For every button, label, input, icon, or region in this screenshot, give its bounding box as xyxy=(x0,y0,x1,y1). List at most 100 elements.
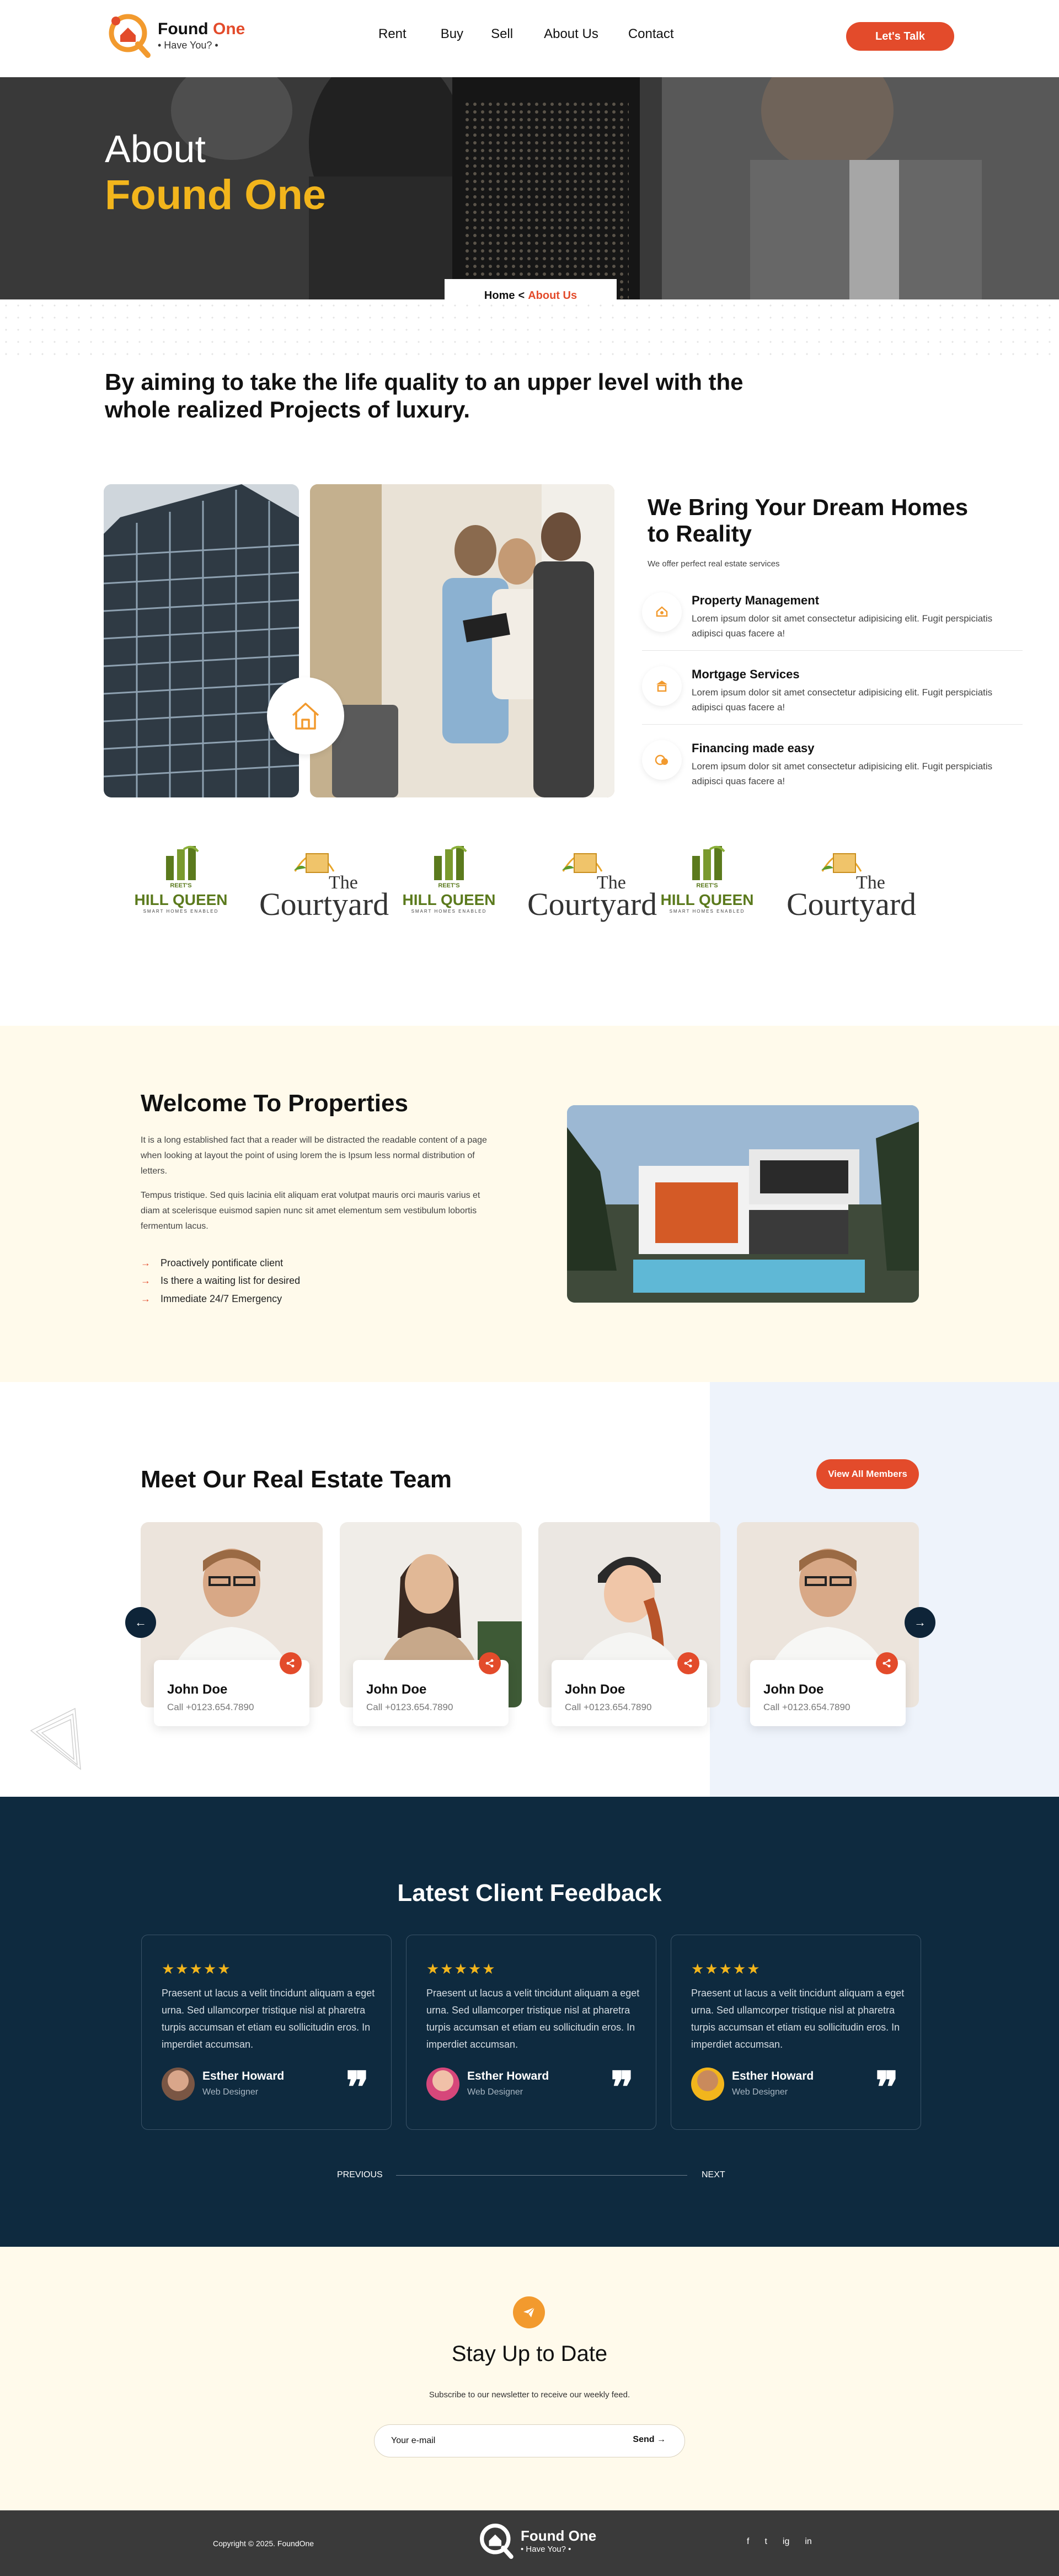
share-icon[interactable] xyxy=(876,1652,898,1674)
nav-sell[interactable]: Sell xyxy=(491,26,513,42)
service-desc: Lorem ipsum dolor sit amet consectetur a… xyxy=(692,687,993,713)
twitter-icon[interactable]: t xyxy=(764,2537,767,2547)
brand-logo-hill-queen: REET'S HILL QUEEN SMART HOMES ENABLED xyxy=(399,844,499,938)
team-member-card[interactable]: John Doe Call +0123.654.7890 xyxy=(141,1522,323,1726)
brand-logo-courtyard: The Courtyard xyxy=(259,844,389,938)
welcome-title: Welcome To Properties xyxy=(141,1090,408,1117)
brand-logo[interactable]: Found One • Have You? • xyxy=(105,10,245,61)
arrow-right-icon: → xyxy=(914,1615,926,1629)
footer-logo[interactable]: Found One • Have You? • xyxy=(477,2520,596,2561)
member-phone-number[interactable]: +0123.654.7890 xyxy=(186,1702,254,1712)
member-call-label: Call xyxy=(366,1702,383,1712)
feedback-section: Latest Client Feedback ★★★★★ Praesent ut… xyxy=(0,1797,1059,2247)
testimonial-card: ★★★★★ Praesent ut lacus a velit tincidun… xyxy=(671,1935,921,2130)
newsletter-section: Stay Up to Date Subscribe to our newslet… xyxy=(0,2247,1059,2510)
testimonial-name: Esther Howard xyxy=(732,2070,814,2082)
feedback-next-button[interactable]: NEXT xyxy=(702,2170,725,2180)
send-button[interactable]: Send → xyxy=(633,2435,666,2445)
hill-queen-top: REET'S xyxy=(170,882,192,889)
member-phone-number[interactable]: +0123.654.7890 xyxy=(782,1702,850,1712)
share-icon[interactable] xyxy=(479,1652,501,1674)
member-name: John Doe xyxy=(763,1682,824,1697)
quote-icon: ❞ xyxy=(875,2064,898,2112)
brand-logo-hill-queen: REET'S HILL QUEEN SMART HOMES ENABLED xyxy=(131,844,231,938)
linkedin-icon[interactable]: in xyxy=(805,2537,811,2547)
email-input[interactable] xyxy=(391,2425,623,2456)
footer-brand-name: Found One xyxy=(521,2527,597,2544)
service-title: Financing made easy xyxy=(692,741,815,755)
team-member-card[interactable]: John Doe Call +0123.654.7890 xyxy=(340,1522,522,1726)
carousel-next-button[interactable]: → xyxy=(905,1607,935,1638)
services-subtitle: We offer perfect real estate services xyxy=(648,559,780,569)
paper-plane-icon xyxy=(513,2296,545,2328)
social-links: f t ig in xyxy=(747,2537,812,2547)
nav-rent[interactable]: Rent xyxy=(378,26,407,42)
facebook-icon[interactable]: f xyxy=(747,2537,749,2547)
logo-mark-icon xyxy=(105,10,156,61)
nav-contact[interactable]: Contact xyxy=(628,26,674,42)
lets-talk-button[interactable]: Let's Talk xyxy=(846,22,954,51)
service-item[interactable]: Mortgage Services Lorem ipsum dolor sit … xyxy=(642,656,1023,725)
nav-about-us[interactable]: About Us xyxy=(544,26,598,42)
quote-icon: ❞ xyxy=(611,2064,634,2112)
arrow-right-icon: → xyxy=(141,1293,151,1304)
team-section: Meet Our Real Estate Team View All Membe… xyxy=(0,1382,1059,1797)
hill-queen-name2: QUEEN xyxy=(172,891,228,908)
hill-queen-top: REET'S xyxy=(438,882,460,889)
welcome-paragraph-1: It is a long established fact that a rea… xyxy=(141,1136,487,1176)
member-phone: Call +0123.654.7890 xyxy=(366,1702,453,1713)
welcome-paragraph-2: Tempus tristique. Sed quis lacinia elit … xyxy=(141,1191,480,1231)
team-member-card[interactable]: John Doe Call +0123.654.7890 xyxy=(538,1522,720,1726)
testimonial-role: Web Designer xyxy=(202,2087,259,2097)
brand-tagline: • Have You? • xyxy=(158,39,218,51)
arrow-left-icon: ← xyxy=(135,1615,147,1629)
member-phone-number[interactable]: +0123.654.7890 xyxy=(584,1702,651,1712)
view-all-members-button[interactable]: View All Members xyxy=(816,1459,919,1489)
avatar xyxy=(426,2068,459,2101)
service-item[interactable]: Financing made easy Lorem ipsum dolor si… xyxy=(642,730,1023,799)
newsletter-title: Stay Up to Date xyxy=(451,2342,608,2366)
instagram-icon[interactable]: ig xyxy=(783,2537,789,2547)
hill-queen-small: SMART HOMES ENABLED xyxy=(143,909,219,914)
carousel-prev-button[interactable]: ← xyxy=(125,1607,156,1638)
brand-name-accent: One xyxy=(212,19,245,38)
member-phone-number[interactable]: +0123.654.7890 xyxy=(385,1702,453,1712)
courtyard-name: Courtyard xyxy=(527,886,657,922)
hero-banner: About Found One xyxy=(0,77,1059,299)
team-member-card[interactable]: John Doe Call +0123.654.7890 xyxy=(737,1522,919,1726)
service-title: Property Management xyxy=(692,593,820,607)
share-icon[interactable] xyxy=(677,1652,699,1674)
building-photo xyxy=(104,484,299,797)
nav-buy[interactable]: Buy xyxy=(441,26,463,42)
team-title: Meet Our Real Estate Team xyxy=(141,1466,452,1493)
testimonial-text: Praesent ut lacus a velit tincidunt aliq… xyxy=(162,1988,375,2050)
hero-title-line2: Found One xyxy=(105,172,327,218)
welcome-list-item: → Is there a waiting list for desired xyxy=(141,1275,300,1287)
share-icon[interactable] xyxy=(280,1652,302,1674)
courtyard-building-icon xyxy=(294,853,335,873)
site-header: Found One • Have You? • Rent Buy Sell Ab… xyxy=(0,0,1059,77)
welcome-list-text: Is there a waiting list for desired xyxy=(161,1275,301,1286)
welcome-list-item: → Proactively pontificate client xyxy=(141,1257,283,1269)
house-outline-icon xyxy=(292,703,319,730)
footer-tagline: • Have You? • xyxy=(521,2545,571,2554)
member-call-label: Call xyxy=(565,1702,581,1712)
courtyard-name: Courtyard xyxy=(259,886,389,922)
star-rating-icon: ★★★★★ xyxy=(426,1961,496,1977)
feedback-title: Latest Client Feedback xyxy=(397,1879,662,1906)
quote-icon: ❞ xyxy=(346,2064,369,2112)
brand-name: Found xyxy=(158,19,208,38)
testimonial-name: Esther Howard xyxy=(202,2070,285,2082)
testimonial-role: Web Designer xyxy=(467,2087,523,2097)
logo-mark-icon xyxy=(480,2524,514,2559)
member-info-card: John Doe Call +0123.654.7890 xyxy=(552,1652,707,1726)
newsletter-subtitle: Subscribe to our newsletter to receive o… xyxy=(429,2390,630,2400)
feedback-prev-button[interactable]: PREVIOUS xyxy=(337,2170,383,2180)
send-label: Send xyxy=(633,2435,655,2444)
testimonial-name: Esther Howard xyxy=(467,2070,549,2082)
service-item[interactable]: Property Management Lorem ipsum dolor si… xyxy=(642,582,1023,651)
arrow-right-icon: → xyxy=(657,2435,666,2444)
hill-queen-name1: HILL xyxy=(660,891,695,908)
agent-couple-photo xyxy=(310,484,614,797)
testimonial-card: ★★★★★ Praesent ut lacus a velit tincidun… xyxy=(141,1935,392,2130)
